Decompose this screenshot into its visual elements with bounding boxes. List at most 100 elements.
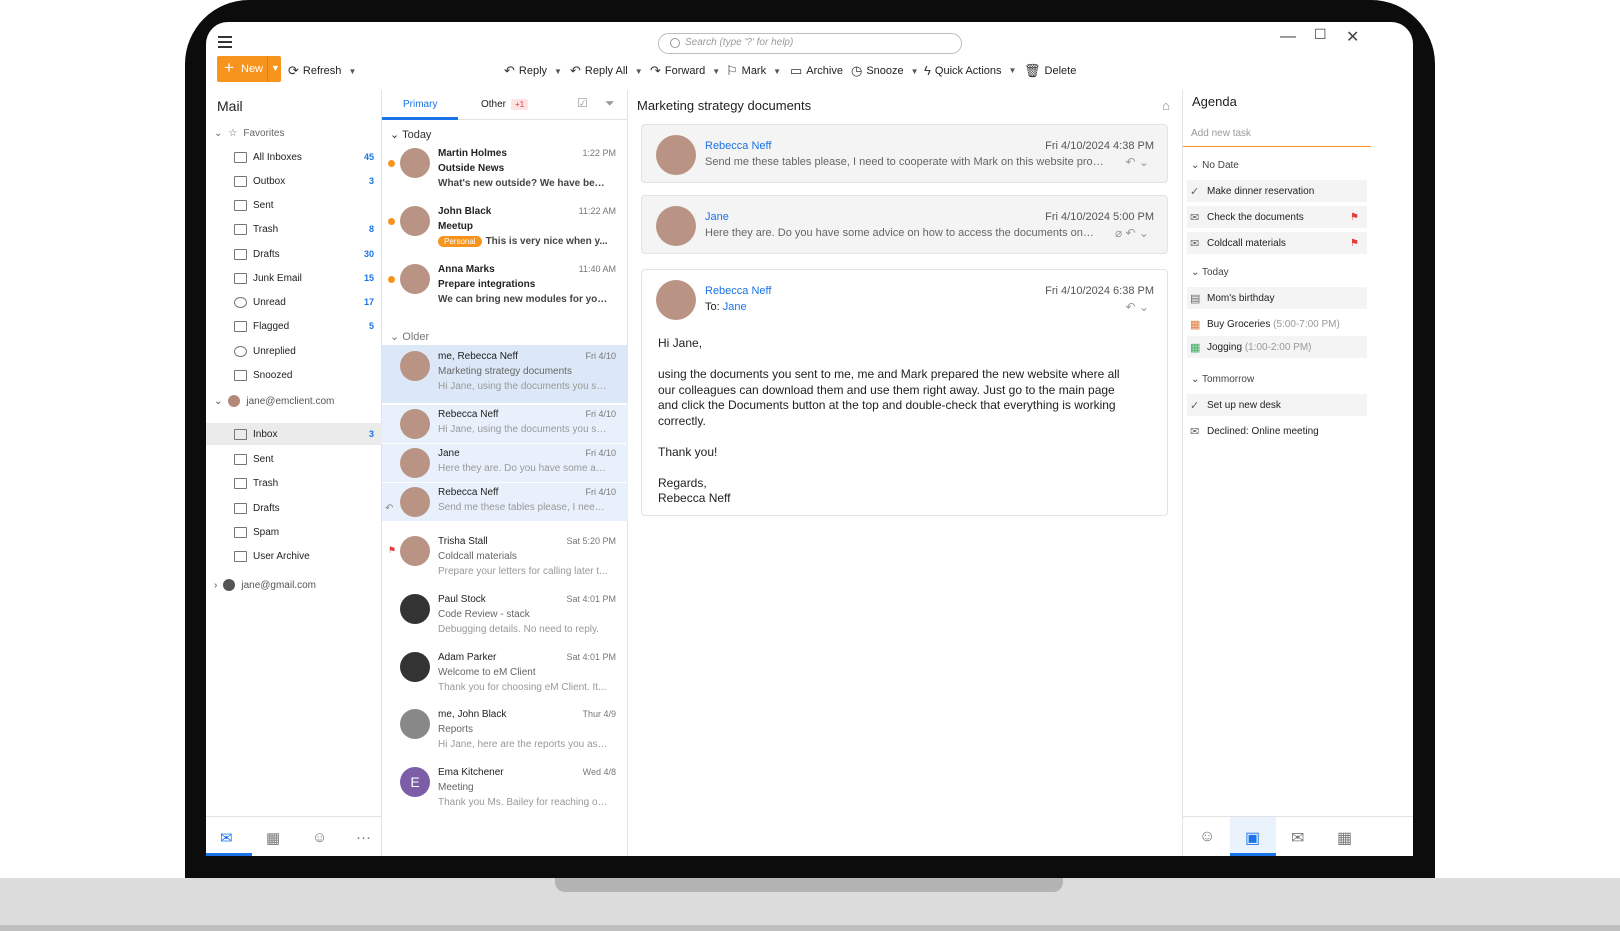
list-item[interactable]: Adam Parker Sat 4:01 PM Welcome to eM Clie… bbox=[382, 646, 628, 704]
event-item[interactable]: ▦ Jogging (1:00-2:00 PM) bbox=[1187, 336, 1367, 358]
folder-sent[interactable]: Sent bbox=[206, 448, 382, 470]
unread-dot bbox=[388, 218, 395, 225]
delete-button[interactable]: 🗑 Delete bbox=[1024, 63, 1076, 79]
refresh-button[interactable]: ⟳ Refresh ▼ bbox=[288, 63, 356, 79]
list-item[interactable]: ↶ Rebecca Neff Fri 4/10 Send me these table… bbox=[382, 483, 628, 521]
agenda-title: Agenda bbox=[1192, 94, 1237, 109]
mail-icon[interactable]: ✉ bbox=[1291, 828, 1304, 848]
avatar bbox=[400, 448, 430, 478]
quick-actions-button[interactable]: ϟ Quick Actions ▼ bbox=[924, 63, 1016, 78]
favorites-header[interactable]: ⌄ ☆ Favorites bbox=[214, 128, 284, 139]
flag-icon[interactable]: ⚑ bbox=[1350, 238, 1359, 249]
folder-drafts[interactable]: Drafts 30 bbox=[206, 243, 382, 265]
folder-snoozed[interactable]: Snoozed bbox=[206, 364, 382, 386]
check-icon[interactable]: ✓ bbox=[1190, 399, 1199, 412]
avatar bbox=[400, 148, 430, 178]
reply-icon[interactable]: ⌀ ↶ ⌄ bbox=[1115, 226, 1149, 240]
page-title: Marketing strategy documents bbox=[637, 98, 812, 113]
chevron-down-icon[interactable]: ▼ bbox=[271, 63, 280, 73]
list-item[interactable]: Rebecca Neff Fri 4/10 Hi Jane, using the d… bbox=[382, 405, 628, 443]
reply-icon[interactable]: ↶ ⌄ bbox=[1126, 155, 1149, 169]
flag-icon[interactable]: ⚑ bbox=[1350, 212, 1359, 223]
folder-flagged[interactable]: Flagged 5 bbox=[206, 315, 382, 337]
task-item[interactable]: ✉ Check the documents ⚑ bbox=[1187, 206, 1367, 228]
folder-trash[interactable]: Trash 8 bbox=[206, 218, 382, 240]
calendar-icon[interactable]: ▦ bbox=[266, 829, 280, 847]
list-item[interactable]: ⚑ Trisha Stall Sat 5:20 PM Coldcall materia… bbox=[382, 530, 628, 588]
chevron-down-icon: ▼ bbox=[773, 66, 782, 76]
list-item[interactable]: E Ema Kitchener Wed 4/8 Meeting Thank you Ms… bbox=[382, 761, 628, 819]
task-item[interactable]: ✓ Set up new desk bbox=[1187, 394, 1367, 416]
filter-icon[interactable]: ⏷ bbox=[605, 96, 615, 111]
account-header-gmail[interactable]: › jane@gmail.com bbox=[214, 579, 316, 591]
snooze-button[interactable]: ◷ Snooze ▼ bbox=[851, 63, 919, 79]
event-item[interactable]: ✉ Declined: Online meeting bbox=[1187, 420, 1367, 442]
list-item[interactable]: me, John Black Thur 4/9 Reports Hi Jane, he… bbox=[382, 703, 628, 761]
folder-trash[interactable]: Trash bbox=[206, 472, 382, 494]
menu-icon[interactable] bbox=[218, 36, 232, 48]
tab-other[interactable]: Other +1 bbox=[481, 99, 529, 110]
contacts-icon[interactable]: ☺ bbox=[1199, 828, 1215, 846]
account-header-emclient[interactable]: ⌄ jane@emclient.com bbox=[214, 395, 334, 407]
calendar-icon[interactable]: ▦ bbox=[1337, 828, 1352, 848]
sidebar-footer: ✉ ▦ ☺ ··· bbox=[206, 816, 382, 856]
close-icon[interactable]: ✕ bbox=[1346, 27, 1359, 47]
task-item[interactable]: ✓ Make dinner reservation bbox=[1187, 180, 1367, 202]
group-header-today[interactable]: ⌄ Today bbox=[390, 128, 431, 141]
toolbar: + New ▼ ⟳ Refresh ▼ ↶ Reply ▼ ↶ Reply All ▼ ↷ F… bbox=[206, 56, 1413, 90]
reply-all-button[interactable]: ↶ Reply All ▼ bbox=[570, 63, 643, 79]
event-item[interactable]: ▤ Mom's birthday bbox=[1187, 287, 1367, 309]
tasks-icon[interactable]: ▣ bbox=[1245, 828, 1260, 848]
new-button[interactable]: + New ▼ bbox=[217, 56, 281, 82]
plus-icon: + bbox=[224, 58, 234, 77]
avatar bbox=[228, 395, 241, 407]
tab-primary[interactable]: Primary bbox=[403, 99, 437, 110]
avatar bbox=[223, 579, 236, 591]
more-icon[interactable]: ··· bbox=[356, 829, 371, 846]
mark-button[interactable]: ⚐ Mark ▼ bbox=[726, 63, 781, 79]
folder-outbox[interactable]: Outbox 3 bbox=[206, 170, 382, 192]
maximize-icon[interactable]: ☐ bbox=[1314, 26, 1327, 43]
list-item[interactable]: Paul Stock Sat 4:01 PM Code Review - stack… bbox=[382, 588, 628, 646]
chevron-down-icon: ▼ bbox=[634, 66, 643, 76]
folder-unreplied[interactable]: Unreplied bbox=[206, 340, 382, 362]
avatar bbox=[400, 487, 430, 517]
tag-icon[interactable]: ⌂ bbox=[1162, 98, 1170, 113]
agenda-group-today[interactable]: ⌄ Today bbox=[1191, 267, 1229, 278]
list-item[interactable]: Jane Fri 4/10 Here they are. Do you have s… bbox=[382, 444, 628, 482]
group-header-older[interactable]: ⌄ Older bbox=[390, 330, 429, 343]
folder-junk[interactable]: Junk Email 15 bbox=[206, 267, 382, 289]
archive-icon bbox=[234, 550, 247, 562]
agenda-group-tomorrow[interactable]: ⌄ Tommorrow bbox=[1191, 374, 1254, 385]
trash-icon: 🗑 bbox=[1024, 63, 1041, 78]
forward-button[interactable]: ↷ Forward ▼ bbox=[650, 63, 720, 79]
reply-icon[interactable]: ↶ ⌄ bbox=[1126, 300, 1149, 314]
folder-sent[interactable]: Sent bbox=[206, 194, 382, 216]
message-card[interactable]: Jane Fri 4/10/2024 5:00 PM Here they are… bbox=[641, 195, 1168, 254]
folder-spam[interactable]: Spam bbox=[206, 521, 382, 543]
folder-drafts[interactable]: Drafts bbox=[206, 497, 382, 519]
list-item[interactable]: Anna Marks 11:40 AM Prepare integrations We… bbox=[382, 258, 628, 316]
select-all-icon[interactable]: ☑ bbox=[577, 96, 588, 110]
minimize-icon[interactable]: — bbox=[1280, 28, 1296, 46]
mail-icon[interactable]: ✉ bbox=[220, 829, 233, 847]
list-item[interactable]: Martin Holmes 1:22 PM Outside News What's n… bbox=[382, 142, 628, 200]
drafts-icon bbox=[234, 502, 247, 514]
agenda-group-nodate[interactable]: ⌄ No Date bbox=[1191, 160, 1239, 171]
list-item[interactable]: me, Rebecca Neff Fri 4/10 Marketing strate… bbox=[382, 345, 628, 403]
list-tabs: Primary Other +1 ☑ ⏷ bbox=[382, 90, 628, 120]
task-item[interactable]: ✉ Coldcall materials ⚑ bbox=[1187, 232, 1367, 254]
folder-unread[interactable]: Unread 17 bbox=[206, 291, 382, 313]
contacts-icon[interactable]: ☺ bbox=[312, 829, 327, 846]
message-card[interactable]: Rebecca Neff Fri 4/10/2024 4:38 PM Send … bbox=[641, 124, 1168, 183]
reply-button[interactable]: ↶ Reply ▼ bbox=[504, 63, 562, 79]
event-item[interactable]: ▦ Buy Groceries (5:00-7:00 PM) bbox=[1187, 313, 1367, 335]
list-item[interactable]: John Black 11:22 AM Meetup Personal This is … bbox=[382, 200, 628, 258]
check-icon[interactable]: ✓ bbox=[1190, 185, 1199, 198]
folder-inbox[interactable]: Inbox 3 bbox=[206, 423, 382, 445]
folder-user-archive[interactable]: User Archive bbox=[206, 545, 382, 567]
add-task-input[interactable]: Add new task bbox=[1183, 118, 1371, 147]
search-input[interactable]: Search (type '?' for help) bbox=[658, 33, 962, 54]
archive-button[interactable]: ▭ Archive bbox=[790, 63, 843, 79]
folder-all-inboxes[interactable]: All Inboxes 45 bbox=[206, 146, 382, 168]
